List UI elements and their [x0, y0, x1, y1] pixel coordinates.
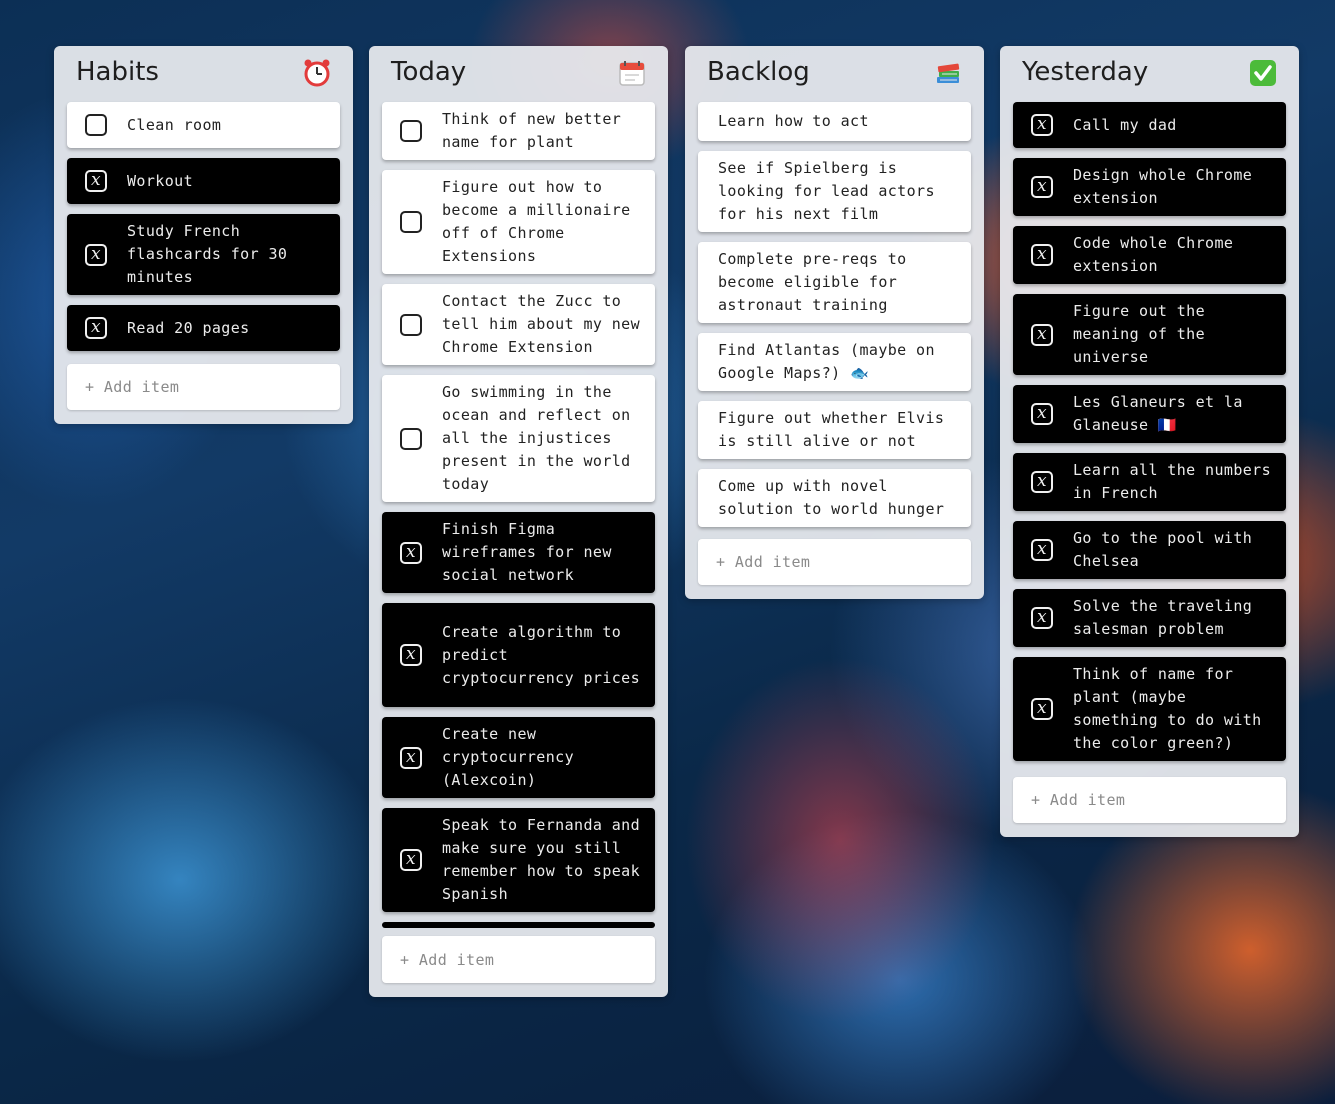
- column-title: Today: [391, 57, 467, 87]
- list-item[interactable]: Figure out the meaning of the universe: [1013, 294, 1286, 375]
- column-title: Habits: [76, 57, 159, 87]
- item-text: Finish Figma wireframes for new social n…: [442, 520, 612, 584]
- list-item[interactable]: Code whole Chrome extension: [1013, 226, 1286, 284]
- column-backlog: Backlog Learn how to act See if Spielber…: [685, 46, 984, 599]
- list-item[interactable]: Les Glaneurs et la Glaneuse 🇫🇷: [1013, 385, 1286, 443]
- drop-indicator: [382, 922, 655, 928]
- item-text: Design whole Chrome extension: [1073, 166, 1253, 207]
- item-text: Read 20 pages: [127, 318, 250, 337]
- list-item[interactable]: Solve the traveling salesman problem: [1013, 589, 1286, 647]
- item-text: Learn how to act: [718, 112, 869, 130]
- column-title: Backlog: [707, 57, 810, 87]
- list-item[interactable]: Learn how to act: [698, 102, 971, 141]
- checkbox[interactable]: [400, 427, 422, 450]
- completed-checkbox-icon[interactable]: [1031, 606, 1053, 629]
- add-item-button[interactable]: + Add item: [67, 364, 340, 410]
- item-text: Figure out how to become a millionaire o…: [442, 178, 631, 265]
- item-text: Workout: [127, 171, 194, 190]
- column-yesterday: Yesterday Call my dad Design whole Chrom…: [1000, 46, 1299, 837]
- item-text: Create new cryptocurrency (Alexcoin): [442, 725, 575, 789]
- item-text: Speak to Fernanda and make sure you stil…: [442, 816, 641, 903]
- checkbox[interactable]: [400, 211, 422, 233]
- column-header: Habits: [67, 46, 340, 102]
- item-text: Call my dad: [1073, 115, 1177, 134]
- completed-checkbox-icon[interactable]: [1031, 538, 1053, 561]
- list-item[interactable]: See if Spielberg is looking for lead act…: [698, 151, 971, 232]
- list-item[interactable]: Speak to Fernanda and make sure you stil…: [382, 808, 655, 912]
- list-item[interactable]: Workout: [67, 158, 340, 204]
- completed-checkbox-icon[interactable]: [1031, 113, 1053, 136]
- column-title: Yesterday: [1022, 57, 1149, 87]
- item-text: Go to the pool with Chelsea: [1073, 529, 1253, 570]
- completed-checkbox-icon[interactable]: [400, 848, 422, 871]
- books-icon: [937, 63, 960, 83]
- completed-checkbox-icon[interactable]: [85, 316, 107, 339]
- list-item[interactable]: Complete pre-reqs to become eligible for…: [698, 242, 971, 323]
- list-item[interactable]: Contact the Zucc to tell him about my ne…: [382, 284, 655, 365]
- completed-checkbox-icon[interactable]: [400, 746, 422, 769]
- item-text: Solve the traveling salesman problem: [1073, 597, 1253, 638]
- completed-checkbox-icon[interactable]: [1031, 470, 1053, 493]
- column-header: Backlog: [698, 46, 971, 102]
- item-text: Find Atlantas (maybe on Google Maps?) 🐟: [718, 341, 935, 382]
- completed-checkbox-icon[interactable]: [1031, 697, 1053, 720]
- item-text: Contact the Zucc to tell him about my ne…: [442, 292, 641, 356]
- completed-checkbox-icon[interactable]: [1031, 402, 1053, 425]
- list-item[interactable]: Create algorithm to predict cryptocurren…: [382, 603, 655, 707]
- alarm-clock-icon: [304, 59, 330, 87]
- list-item[interactable]: Figure out how to become a millionaire o…: [382, 170, 655, 274]
- item-text: Code whole Chrome extension: [1073, 234, 1234, 275]
- checkbox[interactable]: [85, 114, 107, 136]
- completed-checkbox-icon[interactable]: [85, 243, 107, 266]
- completed-checkbox-icon[interactable]: [400, 643, 422, 666]
- completed-checkbox-icon[interactable]: [400, 541, 422, 564]
- list-item[interactable]: Create new cryptocurrency (Alexcoin): [382, 717, 655, 798]
- completed-checkbox-icon[interactable]: [1031, 175, 1053, 198]
- completed-checkbox-icon[interactable]: [85, 169, 107, 192]
- column-habits: Habits Clean room Workout Study French f…: [54, 46, 353, 424]
- list-item[interactable]: Design whole Chrome extension: [1013, 158, 1286, 216]
- item-text: Clean room: [127, 115, 222, 134]
- add-item-button[interactable]: + Add item: [1013, 777, 1286, 823]
- check-mark-icon: [1250, 60, 1276, 86]
- list-item[interactable]: Come up with novel solution to world hun…: [698, 469, 971, 527]
- item-text: Figure out whether Elvis is still alive …: [718, 409, 945, 450]
- list-item[interactable]: Figure out whether Elvis is still alive …: [698, 401, 971, 459]
- item-text: Learn all the numbers in French: [1073, 461, 1272, 502]
- list-item[interactable]: Study French flashcards for 30 minutes: [67, 214, 340, 295]
- list-item[interactable]: Think of new better name for plant: [382, 102, 655, 160]
- item-text: Study French flashcards for 30 minutes: [127, 222, 288, 286]
- checkbox[interactable]: [400, 313, 422, 336]
- completed-checkbox-icon[interactable]: [1031, 323, 1053, 346]
- kanban-board: Habits Clean room Workout Study French f…: [0, 0, 1335, 1104]
- list-item[interactable]: Find Atlantas (maybe on Google Maps?) 🐟: [698, 333, 971, 391]
- list-item[interactable]: Finish Figma wireframes for new social n…: [382, 512, 655, 593]
- item-text: Les Glaneurs et la Glaneuse 🇫🇷: [1073, 393, 1243, 434]
- list-item[interactable]: Call my dad: [1013, 102, 1286, 148]
- column-header: Today: [382, 46, 655, 102]
- item-text: Think of new better name for plant: [442, 110, 622, 151]
- item-text: Think of name for plant (maybe something…: [1073, 665, 1262, 752]
- list-item[interactable]: Learn all the numbers in French: [1013, 453, 1286, 511]
- list-item[interactable]: Read 20 pages: [67, 305, 340, 351]
- item-text: Go swimming in the ocean and reflect on …: [442, 383, 631, 493]
- column-today: Today Think of new better name for plant…: [369, 46, 668, 997]
- list-item[interactable]: Think of name for plant (maybe something…: [1013, 657, 1286, 761]
- item-text: Figure out the meaning of the universe: [1073, 302, 1206, 366]
- item-text: Create algorithm to predict cryptocurren…: [442, 622, 641, 687]
- list-item[interactable]: Go swimming in the ocean and reflect on …: [382, 375, 655, 502]
- list-item[interactable]: Clean room: [67, 102, 340, 148]
- completed-checkbox-icon[interactable]: [1031, 243, 1053, 266]
- item-text: See if Spielberg is looking for lead act…: [718, 159, 935, 223]
- calendar-icon: [619, 61, 645, 86]
- list-item[interactable]: Go to the pool with Chelsea: [1013, 521, 1286, 579]
- item-text: Complete pre-reqs to become eligible for…: [718, 250, 907, 314]
- add-item-button[interactable]: + Add item: [382, 936, 655, 983]
- column-header: Yesterday: [1013, 46, 1286, 102]
- add-item-button[interactable]: + Add item: [698, 539, 971, 585]
- item-text: Come up with novel solution to world hun…: [718, 477, 945, 518]
- checkbox[interactable]: [400, 120, 422, 142]
